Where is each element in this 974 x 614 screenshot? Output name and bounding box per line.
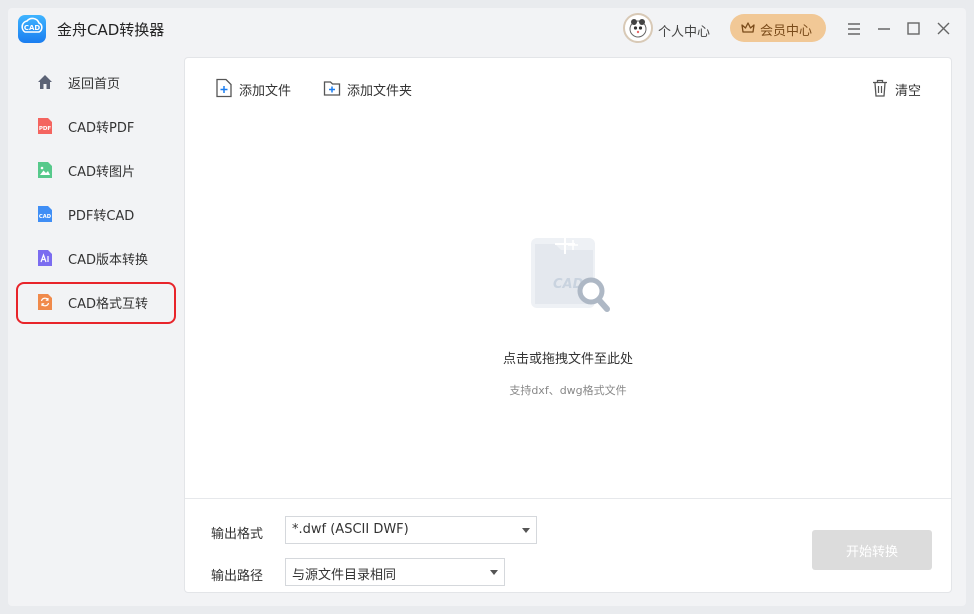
add-folder-button[interactable]: 添加文件夹 (323, 78, 423, 99)
user-avatar-icon[interactable] (623, 13, 653, 43)
output-path-label: 输出路径 (211, 569, 264, 584)
sidebar-item-cad-to-pdf[interactable]: PDF CAD转PDF (26, 108, 178, 144)
menu-icon[interactable] (844, 19, 864, 39)
clear-label: 清空 (895, 84, 922, 99)
output-format-label: 输出格式 (211, 527, 264, 542)
home-icon (38, 75, 52, 89)
minimize-icon[interactable] (874, 19, 894, 39)
sidebar-item-label: PDF转CAD (68, 209, 135, 224)
sidebar-item-label: CAD转PDF (68, 121, 135, 136)
close-icon[interactable] (933, 19, 953, 39)
add-folder-label: 添加文件夹 (347, 84, 413, 99)
sidebar-item-cad-to-image[interactable]: CAD转图片 (26, 152, 178, 188)
pdf-file-icon: PDF (38, 118, 52, 134)
user-center-link[interactable]: 个人中心 (658, 21, 710, 40)
start-convert-button[interactable]: 开始转换 (812, 530, 932, 570)
add-folder-icon (323, 81, 341, 96)
version-convert-icon (38, 250, 52, 266)
drop-zone-title: 点击或拖拽文件至此处 (502, 352, 633, 367)
sidebar-item-home[interactable]: 返回首页 (26, 64, 178, 100)
trash-icon (873, 79, 887, 97)
app-title: 金舟CAD转换器 (57, 21, 165, 39)
vip-center-label: 会员中心 (760, 23, 813, 38)
app-window: CAD 金舟CAD转换器 个人中心 会员中心 返回首页 PDF CAD转PDF … (8, 8, 966, 606)
sidebar-item-label: 返回首页 (68, 77, 121, 92)
sidebar-item-label: CAD转图片 (68, 165, 135, 180)
add-file-label: 添加文件 (239, 84, 292, 99)
annotation-highlight-box (16, 282, 176, 324)
image-file-icon (38, 162, 52, 178)
add-file-icon (216, 78, 232, 98)
logo-text: CAD (24, 24, 41, 32)
panel-divider (185, 498, 951, 499)
app-logo-icon: CAD (18, 15, 46, 43)
main-panel: 添加文件 添加文件夹 清空 CAD 点击或拖拽文件至此处 支持dxf、dwg格式… (184, 57, 952, 593)
output-path-value: 与源文件目录相同 (292, 568, 397, 583)
chevron-down-icon (490, 570, 498, 575)
cad-badge-text: CAD (39, 214, 52, 220)
add-file-button[interactable]: 添加文件 (215, 78, 295, 99)
cad-folder-illustration-icon: CAD (531, 234, 610, 312)
pdf-badge-text: PDF (39, 126, 52, 132)
sidebar-item-pdf-to-cad[interactable]: CAD PDF转CAD (26, 196, 178, 232)
sidebar-item-label: CAD版本转换 (68, 253, 148, 268)
title-bar: CAD 金舟CAD转换器 个人中心 会员中心 (8, 8, 966, 52)
vip-center-button[interactable]: 会员中心 (730, 14, 826, 42)
chevron-down-icon (522, 528, 530, 533)
crown-icon (741, 22, 755, 33)
sidebar-item-cad-version-convert[interactable]: CAD版本转换 (26, 240, 178, 276)
cad-file-icon: CAD (38, 206, 52, 222)
output-format-value: *.dwf (ASCII DWF) (292, 522, 409, 537)
file-drop-zone[interactable]: CAD 点击或拖拽文件至此处 支持dxf、dwg格式文件 (185, 118, 951, 498)
maximize-icon[interactable] (903, 19, 923, 39)
clear-button[interactable]: 清空 (871, 78, 931, 99)
drop-zone-hint: 支持dxf、dwg格式文件 (509, 384, 627, 397)
output-path-select[interactable]: 与源文件目录相同 (285, 558, 505, 586)
output-format-select[interactable]: *.dwf (ASCII DWF) (285, 516, 537, 544)
